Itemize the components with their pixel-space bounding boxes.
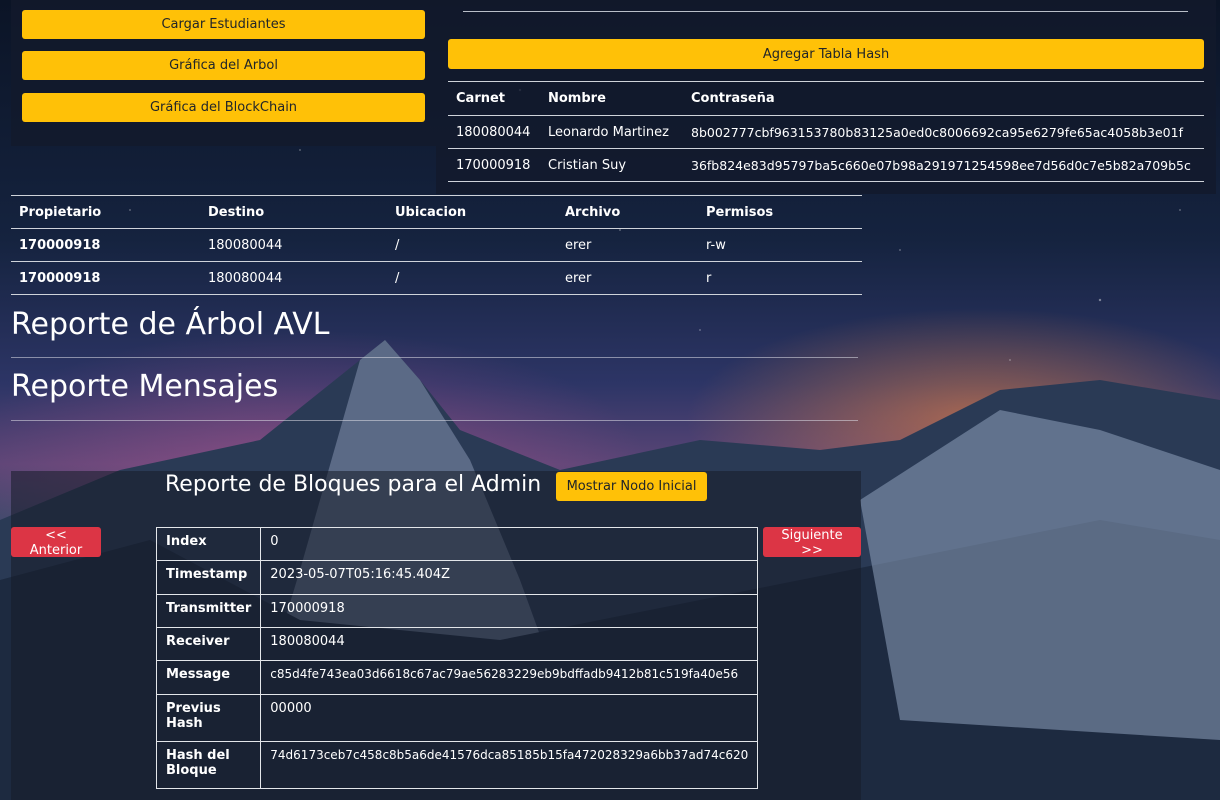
field-value-receiver: 180080044	[260, 627, 759, 661]
column-header-propietario: Propietario	[19, 204, 102, 220]
left-action-panel: Cargar Estudiantes Gráfica del Arbol Grá…	[11, 0, 436, 146]
cell-ubicacion: /	[395, 270, 400, 286]
cell-archivo: erer	[565, 237, 592, 253]
cell-carnet: 180080044	[456, 124, 531, 140]
show-initial-node-button[interactable]: Mostrar Nodo Inicial	[556, 472, 707, 501]
load-students-button[interactable]: Cargar Estudiantes	[22, 10, 425, 39]
hash-table: Carnet Nombre Contraseña 180080044 Leona…	[448, 81, 1204, 182]
field-label-block-hash: Hash del Bloque	[155, 741, 262, 789]
field-label-message: Message	[155, 660, 262, 695]
cell-archivo: erer	[565, 270, 592, 286]
column-header-contrasena: Contraseña	[691, 91, 775, 106]
cell-contrasena: 36fb824e83d95797ba5c660e07b98a2919712545…	[691, 157, 1191, 173]
field-label-timestamp: Timestamp	[155, 560, 262, 595]
field-value-timestamp: 2023-05-07T05:16:45.404Z	[260, 560, 759, 595]
blockchain-graph-button[interactable]: Gráfica del BlockChain	[22, 93, 425, 122]
hash-table-panel: Agregar Tabla Hash Carnet Nombre Contras…	[436, 0, 1216, 194]
field-value-block-hash: 74d6173ceb7c458c8b5a6de41576dca85185b15f…	[260, 741, 759, 789]
divider	[11, 420, 858, 421]
table-row: Hash del Bloque 74d6173ceb7c458c8b5a6de4…	[155, 741, 759, 789]
table-row: Previus Hash 00000	[155, 694, 759, 742]
block-detail-table: Index 0 Timestamp 2023-05-07T05:16:45.40…	[155, 527, 759, 789]
previous-block-button[interactable]: << Anterior	[11, 527, 101, 558]
field-label-receiver: Receiver	[155, 627, 262, 661]
table-row: 170000918 180080044 / erer r-w	[11, 229, 862, 262]
field-label-index: Index	[155, 527, 262, 561]
next-block-button[interactable]: Siguiente >>	[763, 527, 861, 558]
table-row: 170000918 Cristian Suy 36fb824e83d95797b…	[448, 149, 1204, 182]
cell-nombre: Cristian Suy	[548, 157, 627, 173]
field-label-transmitter: Transmitter	[155, 594, 262, 628]
table-header-row: Carnet Nombre Contraseña	[448, 81, 1204, 116]
table-row: Receiver 180080044	[155, 627, 759, 661]
field-value-previous-hash: 00000	[260, 694, 759, 742]
column-header-permisos: Permisos	[706, 204, 774, 220]
table-row: Transmitter 170000918	[155, 594, 759, 628]
table-row: Index 0	[155, 527, 759, 561]
column-header-archivo: Archivo	[565, 204, 621, 220]
table-header-row: Propietario Destino Ubicacion Archivo Pe…	[11, 195, 862, 229]
column-header-carnet: Carnet	[456, 91, 506, 106]
tree-graph-button[interactable]: Gráfica del Arbol	[22, 51, 425, 80]
field-label-previous-hash: Previus Hash	[155, 694, 262, 742]
blocks-report-title: Reporte de Bloques para el Admin	[165, 472, 542, 497]
cell-nombre: Leonardo Martinez	[548, 124, 669, 140]
messages-report-heading: Reporte Mensajes	[11, 369, 279, 404]
cell-carnet: 170000918	[456, 157, 531, 173]
column-header-ubicacion: Ubicacion	[395, 204, 467, 220]
permissions-table: Propietario Destino Ubicacion Archivo Pe…	[11, 195, 862, 295]
cell-propietario: 170000918	[19, 270, 101, 286]
cell-ubicacion: /	[395, 237, 400, 253]
cell-permisos: r	[706, 270, 712, 286]
cell-destino: 180080044	[208, 270, 283, 286]
table-row: Message c85d4fe743ea03d6618c67ac79ae5628…	[155, 660, 759, 695]
cell-destino: 180080044	[208, 237, 283, 253]
divider	[463, 11, 1188, 12]
cell-permisos: r-w	[706, 237, 726, 253]
divider	[11, 357, 858, 358]
avl-report-heading: Reporte de Árbol AVL	[11, 307, 330, 342]
field-value-index: 0	[260, 527, 759, 561]
add-hash-table-button[interactable]: Agregar Tabla Hash	[448, 39, 1204, 69]
field-value-message: c85d4fe743ea03d6618c67ac79ae56283229eb9b…	[260, 660, 759, 695]
field-value-transmitter: 170000918	[260, 594, 759, 628]
column-header-nombre: Nombre	[548, 91, 606, 106]
cell-propietario: 170000918	[19, 237, 101, 253]
table-row: Timestamp 2023-05-07T05:16:45.404Z	[155, 560, 759, 595]
table-row: 170000918 180080044 / erer r	[11, 262, 862, 295]
column-header-destino: Destino	[208, 204, 265, 220]
table-row: 180080044 Leonardo Martinez 8b002777cbf9…	[448, 116, 1204, 149]
cell-contrasena: 8b002777cbf963153780b83125a0ed0c8006692c…	[691, 124, 1183, 140]
